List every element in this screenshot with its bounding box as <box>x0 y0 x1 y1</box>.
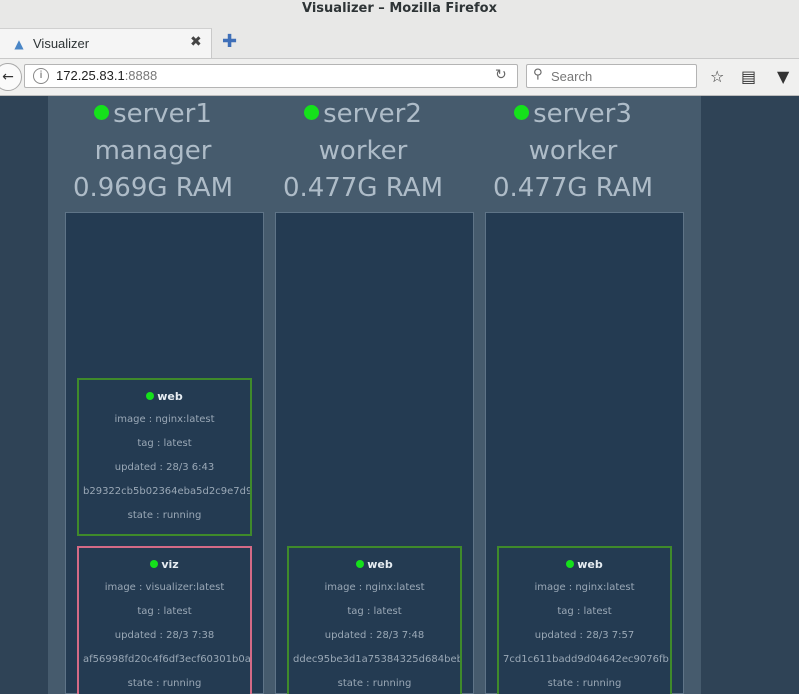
container-name: viz <box>79 558 250 582</box>
new-tab-button[interactable]: ✚ <box>222 31 237 52</box>
container-state: state : running <box>127 510 202 521</box>
container-tag: tag : latest <box>347 606 402 617</box>
docker-whale-icon: ▲ <box>14 37 24 51</box>
node-server3: server3 worker 0.477G RAM web image : nginx:… <box>468 96 684 694</box>
container-tag: tag : latest <box>137 606 192 617</box>
container-state: state : running <box>127 678 202 689</box>
status-dot-icon <box>150 560 159 568</box>
container-tag: tag : latest <box>137 438 192 449</box>
container-name-text: viz <box>161 558 179 571</box>
container-name-text: web <box>367 558 393 571</box>
tab-visualizer[interactable]: ▲ Visualizer ✖ <box>0 28 212 58</box>
url-host: 172.25.83.1 <box>56 68 125 83</box>
search-icon: ⚲ <box>533 67 543 82</box>
url-bar[interactable]: i 172.25.83.1:8888 ↻ <box>24 64 518 88</box>
status-dot-icon <box>566 560 575 568</box>
status-dot-icon <box>304 105 320 120</box>
container-id: b29322cb5b02364eba5d2c9e7d9c6 <box>83 486 250 497</box>
service-container-web[interactable]: web image : nginx:latest tag : latest updat… <box>287 546 462 694</box>
container-image: image : visualizer:latest <box>104 582 225 593</box>
service-container-web[interactable]: web image : nginx:latest tag : latest updat… <box>77 378 252 536</box>
reload-icon[interactable]: ↻ <box>495 67 507 83</box>
tab-label: Visualizer <box>33 36 90 51</box>
window-titlebar: Visualizer – Mozilla Firefox <box>0 0 799 28</box>
node-header: server1 manager 0.969G RAM <box>48 96 258 207</box>
node-name: server1 <box>113 99 212 129</box>
node-server2: server2 worker 0.477G RAM web image : nginx:… <box>258 96 474 694</box>
close-tab-icon[interactable]: ✖ <box>190 34 202 50</box>
container-name: web <box>499 558 670 582</box>
node-role: worker <box>528 136 618 166</box>
tab-strip: ▲ Visualizer ✖ ✚ <box>0 28 799 59</box>
search-input[interactable]: ⚲ Search <box>526 64 697 88</box>
reader-list-icon[interactable]: ▤ <box>741 67 756 86</box>
node-container-area: web image : nginx:latest tag : latest updat… <box>485 212 684 694</box>
container-state: state : running <box>547 678 622 689</box>
window-title: Visualizer – Mozilla Firefox <box>302 1 497 16</box>
container-updated: updated : 28/3 7:57 <box>534 630 635 641</box>
node-role: worker <box>318 136 408 166</box>
service-container-viz[interactable]: viz image : visualizer:latest tag : latest… <box>77 546 252 694</box>
container-id: 7cd1c611badd9d04642ec9076fb15 <box>503 654 670 665</box>
service-container-web[interactable]: web image : nginx:latest tag : latest updat… <box>497 546 672 694</box>
container-updated: updated : 28/3 7:48 <box>324 630 425 641</box>
node-role: manager <box>94 136 212 166</box>
search-placeholder: Search <box>551 69 593 84</box>
container-id: af56998fd20c4f6df3ecf60301b0a10 <box>83 654 250 665</box>
node-container-area: web image : nginx:latest tag : latest updat… <box>275 212 474 694</box>
node-server1: server1 manager 0.969G RAM web image : nginx… <box>48 96 264 694</box>
node-container-area: web image : nginx:latest tag : latest updat… <box>65 212 264 694</box>
url-port: :8888 <box>124 68 158 83</box>
container-state: state : running <box>337 678 412 689</box>
status-dot-icon <box>356 560 365 568</box>
node-name: server3 <box>533 99 632 129</box>
node-name-row: server3 <box>468 96 678 133</box>
container-id: ddec95be3d1a75384325d684bebaf <box>293 654 460 665</box>
node-ram: 0.477G RAM <box>282 173 444 203</box>
status-dot-icon <box>146 392 155 400</box>
navigation-bar: ← i 172.25.83.1:8888 ↻ ⚲ Search ☆ ▤ ▼ <box>0 59 799 96</box>
node-name-row: server2 <box>258 96 468 133</box>
container-name: web <box>79 390 250 414</box>
node-ram: 0.969G RAM <box>72 173 234 203</box>
status-dot-icon <box>514 105 530 120</box>
bookmark-star-icon[interactable]: ☆ <box>710 67 724 86</box>
info-icon[interactable]: i <box>33 68 49 84</box>
back-button[interactable]: ← <box>0 63 22 91</box>
node-header: server2 worker 0.477G RAM <box>258 96 468 207</box>
node-header: server3 worker 0.477G RAM <box>468 96 678 207</box>
container-updated: updated : 28/3 6:43 <box>114 462 215 473</box>
container-tag: tag : latest <box>557 606 612 617</box>
node-ram: 0.477G RAM <box>492 173 654 203</box>
swarm-cluster: server1 manager 0.969G RAM web image : nginx… <box>48 96 701 694</box>
container-image: image : nginx:latest <box>324 582 425 593</box>
container-name-text: web <box>157 390 183 403</box>
container-image: image : nginx:latest <box>114 414 215 425</box>
status-dot-icon <box>94 105 110 120</box>
visualizer-page: server1 manager 0.969G RAM web image : nginx… <box>0 96 799 694</box>
url-text: 172.25.83.1:8888 <box>56 68 157 83</box>
container-name: web <box>289 558 460 582</box>
container-name-text: web <box>577 558 603 571</box>
container-image: image : nginx:latest <box>534 582 635 593</box>
pocket-icon[interactable]: ▼ <box>777 67 789 86</box>
node-name-row: server1 <box>48 96 258 133</box>
container-updated: updated : 28/3 7:38 <box>114 630 215 641</box>
node-name: server2 <box>323 99 422 129</box>
